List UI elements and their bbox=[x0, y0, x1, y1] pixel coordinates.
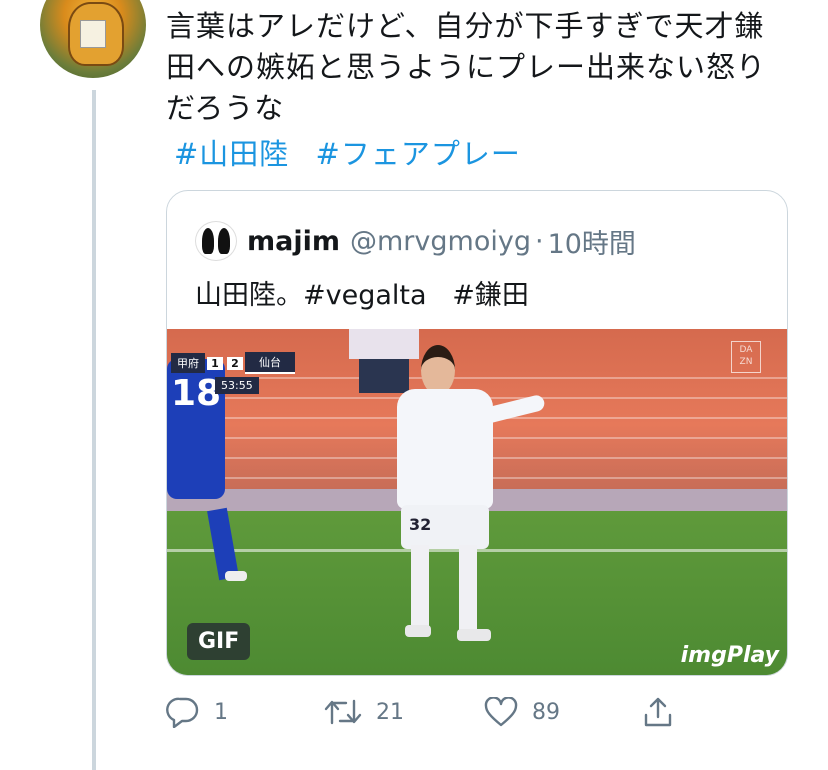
quoted-tweet-header: majim @mrvgmoiyg · 10時間 bbox=[195, 221, 636, 261]
broadcaster-logo: DA ZN bbox=[731, 341, 761, 373]
white-player-arm bbox=[481, 393, 547, 425]
gif-media[interactable]: 18 32 甲府 1 2 仙台 53:55 DA ZN GIF imgPlay bbox=[167, 329, 787, 675]
tweet-hashtags: #山田陸 #フェアプレー bbox=[174, 131, 537, 173]
white-player-leg bbox=[411, 545, 429, 629]
retweet-count: 21 bbox=[376, 699, 404, 725]
white-player-shoe bbox=[457, 629, 491, 641]
home-team: 甲府 bbox=[171, 353, 205, 373]
mascot-sign bbox=[80, 20, 106, 48]
gif-badge[interactable]: GIF bbox=[187, 623, 251, 660]
imgplay-watermark: imgPlay bbox=[680, 643, 779, 668]
home-score: 1 bbox=[207, 356, 223, 370]
tweet-actions: 1 21 89 bbox=[166, 690, 706, 734]
heart-icon bbox=[484, 697, 518, 727]
like-button[interactable]: 89 bbox=[484, 697, 560, 727]
quoted-hashtag[interactable]: #vegalta bbox=[303, 280, 427, 311]
like-count: 89 bbox=[532, 699, 560, 725]
tweet-text: 言葉はアレだけど、自分が下手すぎで天才鎌田への嫉妬と思うようにプレー出来ない怒り… bbox=[166, 9, 767, 125]
quoted-handle[interactable]: @mrvgmoiyg bbox=[350, 226, 531, 257]
away-score: 2 bbox=[227, 356, 243, 370]
scoreboard: 甲府 1 2 仙台 bbox=[171, 352, 295, 374]
share-icon bbox=[644, 697, 672, 727]
quoted-tweet[interactable]: majim @mrvgmoiyg · 10時間 山田陸。#vegalta #鎌田… bbox=[166, 190, 788, 676]
hashtag-link[interactable]: #山田陸 bbox=[174, 137, 289, 171]
match-clock: 53:55 bbox=[215, 377, 259, 394]
retweet-button[interactable]: 21 bbox=[324, 697, 404, 727]
blue-player-number: 18 bbox=[171, 373, 222, 414]
reply-button[interactable]: 1 bbox=[166, 696, 228, 728]
retweet-icon bbox=[324, 699, 362, 725]
white-player: 32 bbox=[387, 345, 547, 645]
thread-line bbox=[92, 90, 96, 770]
white-player-leg bbox=[459, 545, 477, 633]
quoted-text-plain: 山田陸。 bbox=[195, 280, 303, 311]
reply-icon bbox=[166, 697, 199, 728]
white-player-shoe bbox=[405, 625, 431, 637]
quoted-hashtag[interactable]: #鎌田 bbox=[452, 280, 529, 311]
quoted-avatar[interactable] bbox=[195, 221, 237, 261]
quoted-display-name[interactable]: majim bbox=[247, 226, 340, 257]
author-avatar[interactable] bbox=[40, 0, 146, 78]
quoted-text: 山田陸。#vegalta #鎌田 bbox=[195, 273, 529, 312]
white-player-head bbox=[421, 345, 455, 395]
away-team: 仙台 bbox=[245, 352, 295, 374]
blue-player-leg bbox=[207, 507, 239, 581]
blue-player-shoe bbox=[225, 571, 247, 581]
separator-dot: · bbox=[534, 225, 544, 257]
white-player-jersey bbox=[397, 389, 493, 509]
reply-count: 1 bbox=[214, 699, 228, 725]
share-button[interactable] bbox=[642, 696, 688, 728]
hashtag-link[interactable]: #フェアプレー bbox=[316, 137, 521, 171]
quoted-timestamp[interactable]: 10時間 bbox=[548, 222, 636, 261]
white-player-number: 32 bbox=[409, 515, 432, 534]
